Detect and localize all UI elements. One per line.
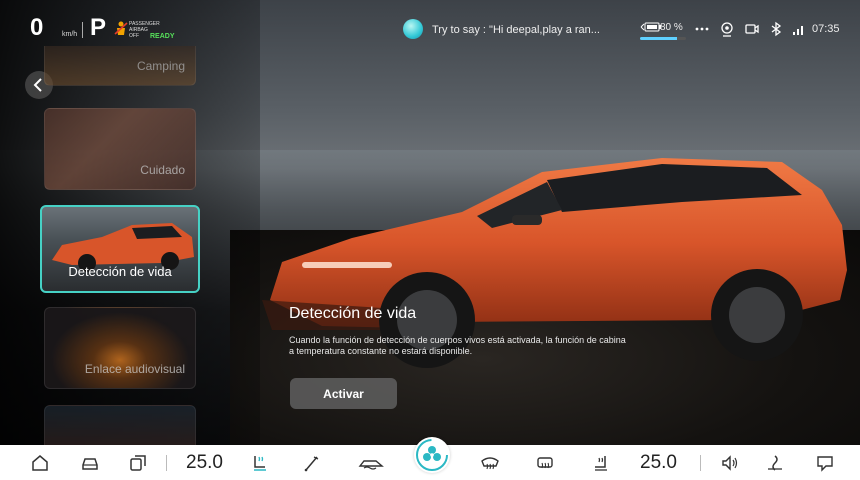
dock-divider xyxy=(166,455,167,471)
feature-title: Detección de vida xyxy=(289,305,417,322)
airbag-status-text: PASSENGER AIRBAG OFF xyxy=(129,21,160,39)
scene-card-cuidado[interactable]: Cuidado xyxy=(44,108,196,190)
bottom-dock: 25.0 25.0 xyxy=(0,437,860,480)
apps-icon[interactable] xyxy=(128,453,148,473)
voice-assistant-icon[interactable] xyxy=(403,19,423,39)
home-icon[interactable] xyxy=(30,453,50,473)
fan-button[interactable] xyxy=(414,437,450,473)
activate-button[interactable]: Activar xyxy=(290,378,397,409)
ac-flow-icon[interactable] xyxy=(765,453,785,473)
battery-bar xyxy=(640,37,686,40)
divider xyxy=(82,22,83,38)
speed-value: 0 xyxy=(30,14,44,41)
scene-card-label: Detección de vida xyxy=(68,264,172,279)
right-temperature[interactable]: 25.0 xyxy=(640,452,677,474)
wiper-icon[interactable] xyxy=(302,453,322,473)
status-bar: 0 km/h P PASSENGER AIRBAG OFF READY Try … xyxy=(0,0,860,44)
scene-card-enlace-audiovisual[interactable]: Enlace audiovisual xyxy=(44,307,196,389)
scene-card-camping[interactable]: Camping xyxy=(44,46,196,86)
message-icon[interactable] xyxy=(815,453,835,473)
camera-icon[interactable] xyxy=(719,21,735,37)
seat-heat-icon[interactable] xyxy=(250,453,270,473)
signal-icon xyxy=(793,26,803,35)
speed-unit: km/h xyxy=(62,31,78,38)
left-temperature[interactable]: 25.0 xyxy=(186,452,223,474)
battery-bar-fill xyxy=(640,37,677,40)
clock: 07:35 xyxy=(812,23,840,35)
fan-icon xyxy=(416,439,448,471)
front-defrost-icon[interactable] xyxy=(480,453,500,473)
voice-assistant-hint[interactable]: Try to say : "Hi deepal,play a ran... xyxy=(432,24,600,36)
more-icon[interactable] xyxy=(694,21,710,37)
feature-description: Cuando la función de detección de cuerpo… xyxy=(289,335,626,356)
dock-divider xyxy=(700,455,701,471)
volume-icon[interactable] xyxy=(720,453,740,473)
scene-card-label: Enlace audiovisual xyxy=(84,362,185,376)
record-icon[interactable] xyxy=(744,21,760,37)
scene-card-deteccion-de-vida[interactable]: Detección de vida xyxy=(40,205,200,293)
bluetooth-icon[interactable] xyxy=(768,21,784,37)
seat-vent-icon[interactable] xyxy=(592,453,612,473)
scene-card-label: Cuidado xyxy=(140,163,185,177)
battery-percent: 80 % xyxy=(660,22,683,33)
car-air-icon[interactable] xyxy=(358,453,384,473)
scene-card-label: Camping xyxy=(136,59,185,73)
rear-defrost-icon[interactable] xyxy=(535,453,555,473)
airbag-off-icon xyxy=(114,21,128,35)
scene-card-next[interactable] xyxy=(44,405,196,445)
car-icon[interactable] xyxy=(80,453,100,473)
gear-indicator: P xyxy=(90,14,107,41)
ready-status: READY xyxy=(150,33,175,40)
battery-icon xyxy=(640,22,661,32)
